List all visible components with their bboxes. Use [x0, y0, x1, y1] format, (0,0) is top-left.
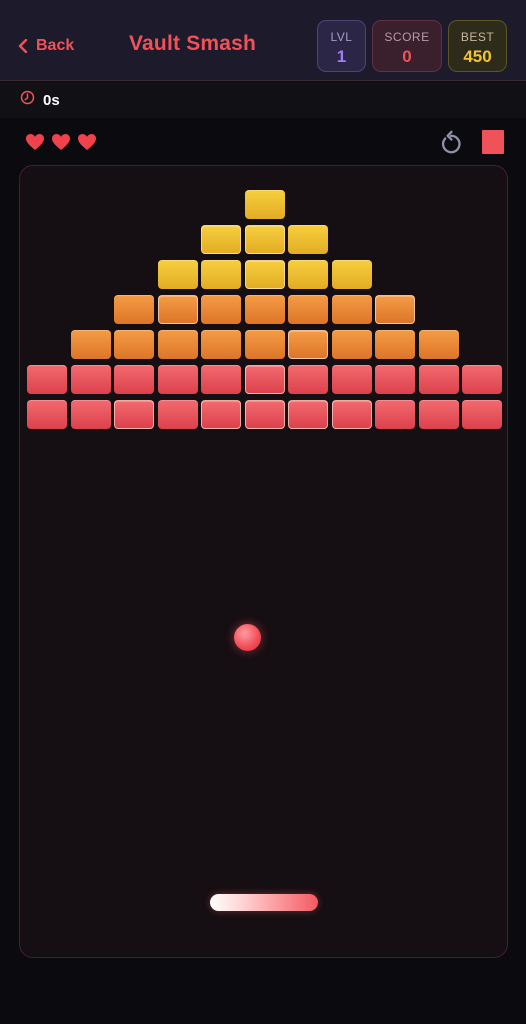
brick-red: [114, 400, 154, 429]
heart-icon: [77, 133, 97, 151]
chevron-left-icon: [18, 39, 28, 53]
brick-red: [244, 365, 285, 394]
brick-red: [70, 365, 111, 394]
brick-yellow: [244, 260, 285, 289]
brick-red: [27, 400, 67, 429]
brick-orange: [375, 295, 415, 324]
brick-red: [70, 400, 111, 429]
brick-red: [114, 365, 154, 394]
back-label: Back: [36, 37, 75, 54]
best-badge: BEST 450: [448, 20, 507, 72]
brick-red: [331, 400, 372, 429]
brick-orange: [375, 330, 415, 359]
brick-red: [27, 365, 67, 394]
brick-red: [462, 400, 502, 429]
brick-orange: [331, 295, 372, 324]
brick-orange: [114, 295, 154, 324]
brick-yellow: [201, 260, 241, 289]
brick-red: [157, 365, 198, 394]
brick-orange: [244, 330, 285, 359]
paddle[interactable]: [210, 894, 318, 911]
score-label: SCORE: [384, 30, 430, 44]
brick-red: [375, 400, 415, 429]
restart-button[interactable]: [439, 130, 463, 161]
brick-red: [288, 400, 328, 429]
brick-orange: [288, 330, 328, 359]
brick-red: [331, 365, 372, 394]
level-badge: LVL 1: [317, 20, 366, 72]
hud-bar: [0, 118, 526, 164]
pause-icon: [482, 130, 504, 154]
ball: [234, 624, 261, 651]
brick-orange: [288, 295, 328, 324]
brick-red: [462, 365, 502, 394]
brick-red: [157, 400, 198, 429]
brick-red: [418, 400, 459, 429]
brick-red: [201, 365, 241, 394]
timer-bar: 0s: [0, 82, 526, 118]
best-label: BEST: [460, 30, 495, 44]
level-value: 1: [336, 47, 347, 66]
brick-orange: [70, 330, 111, 359]
score-badge: SCORE 0: [372, 20, 442, 72]
brick-red: [375, 365, 415, 394]
heart-icon: [51, 133, 71, 151]
best-value: 450: [463, 47, 492, 66]
brick-orange: [157, 295, 198, 324]
heart-icon: [25, 133, 45, 151]
timer-value: 0s: [43, 91, 60, 109]
score-value: 0: [402, 47, 412, 66]
brick-orange: [201, 295, 241, 324]
restart-icon: [439, 130, 463, 160]
brick-orange: [157, 330, 198, 359]
brick-orange: [331, 330, 372, 359]
level-label: LVL: [330, 30, 353, 44]
brick-orange: [244, 295, 285, 324]
brick-red: [244, 400, 285, 429]
brick-yellow: [244, 225, 285, 254]
brick-orange: [114, 330, 154, 359]
brick-yellow: [331, 260, 372, 289]
brick-yellow: [244, 190, 285, 219]
brick-orange: [418, 330, 459, 359]
brick-yellow: [201, 225, 241, 254]
back-button[interactable]: Back: [18, 34, 74, 58]
brick-orange: [201, 330, 241, 359]
brick-yellow: [288, 260, 328, 289]
brick-yellow: [288, 225, 328, 254]
brick-red: [288, 365, 328, 394]
brick-red: [201, 400, 241, 429]
pause-button[interactable]: [482, 130, 504, 154]
brick-yellow: [157, 260, 198, 289]
lives-indicator: [25, 133, 97, 151]
top-bar: Back Vault Smash LVL 1 SCORE 0 BEST 450: [0, 0, 526, 81]
clock-icon: [20, 90, 35, 110]
game-title: Vault Smash: [129, 32, 257, 55]
brick-red: [418, 365, 459, 394]
game-field[interactable]: [19, 165, 508, 958]
